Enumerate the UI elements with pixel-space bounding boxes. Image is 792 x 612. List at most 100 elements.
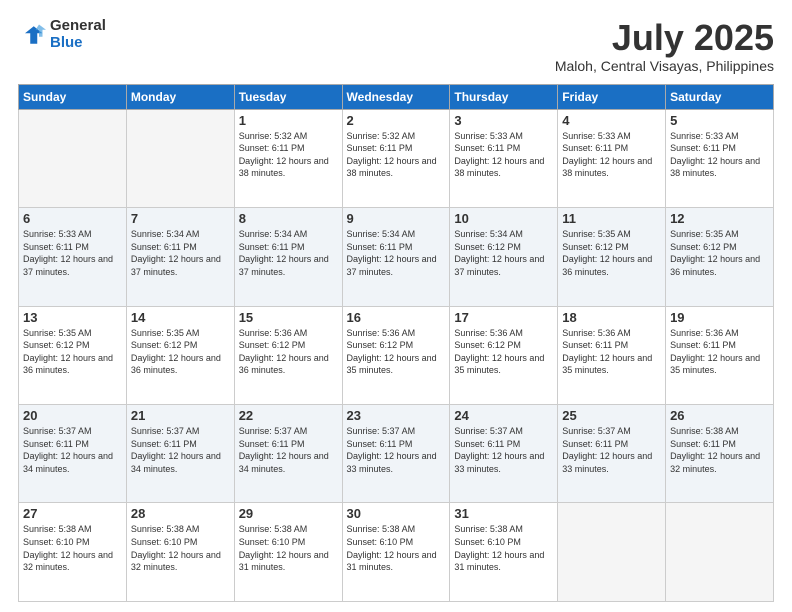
day-number: 21 — [131, 408, 230, 423]
calendar-table: SundayMondayTuesdayWednesdayThursdayFrid… — [18, 84, 774, 602]
calendar-cell: 13 Sunrise: 5:35 AM Sunset: 6:12 PM Dayli… — [19, 306, 127, 404]
calendar-header-saturday: Saturday — [666, 84, 774, 109]
day-number: 11 — [562, 211, 661, 226]
day-info: Sunrise: 5:37 AM Sunset: 6:11 PM Dayligh… — [131, 425, 230, 475]
day-number: 9 — [347, 211, 446, 226]
day-number: 18 — [562, 310, 661, 325]
calendar-cell: 4 Sunrise: 5:33 AM Sunset: 6:11 PM Daylig… — [558, 109, 666, 207]
day-number: 2 — [347, 113, 446, 128]
calendar-week-1: 1 Sunrise: 5:32 AM Sunset: 6:11 PM Daylig… — [19, 109, 774, 207]
calendar-cell: 31 Sunrise: 5:38 AM Sunset: 6:10 PM Dayli… — [450, 503, 558, 602]
calendar-cell: 17 Sunrise: 5:36 AM Sunset: 6:12 PM Dayli… — [450, 306, 558, 404]
day-number: 12 — [670, 211, 769, 226]
day-number: 1 — [239, 113, 338, 128]
day-info: Sunrise: 5:33 AM Sunset: 6:11 PM Dayligh… — [562, 130, 661, 180]
day-info: Sunrise: 5:35 AM Sunset: 6:12 PM Dayligh… — [23, 327, 122, 377]
calendar-cell: 16 Sunrise: 5:36 AM Sunset: 6:12 PM Dayli… — [342, 306, 450, 404]
calendar-header-monday: Monday — [126, 84, 234, 109]
subtitle: Maloh, Central Visayas, Philippines — [555, 58, 774, 74]
day-number: 17 — [454, 310, 553, 325]
logo-text: General Blue — [50, 18, 106, 51]
title-block: July 2025 Maloh, Central Visayas, Philip… — [555, 18, 774, 74]
calendar-cell: 18 Sunrise: 5:36 AM Sunset: 6:11 PM Dayli… — [558, 306, 666, 404]
calendar-cell: 20Sunrise: 5:37 AM Sunset: 6:11 PM Dayli… — [19, 405, 127, 503]
logo-general-text: General — [50, 18, 106, 35]
calendar-cell — [19, 109, 127, 207]
day-info: Sunrise: 5:34 AM Sunset: 6:11 PM Dayligh… — [347, 228, 446, 278]
day-info: Sunrise: 5:37 AM Sunset: 6:11 PM Dayligh… — [347, 425, 446, 475]
day-info: Sunrise: 5:36 AM Sunset: 6:12 PM Dayligh… — [239, 327, 338, 377]
day-number: 30 — [347, 506, 446, 521]
day-info: Sunrise: 5:33 AM Sunset: 6:11 PM Dayligh… — [23, 228, 122, 278]
page: General Blue July 2025 Maloh, Central Vi… — [0, 0, 792, 612]
calendar-cell: 15 Sunrise: 5:36 AM Sunset: 6:12 PM Dayli… — [234, 306, 342, 404]
day-info: Sunrise: 5:32 AM Sunset: 6:11 PM Dayligh… — [347, 130, 446, 180]
calendar-header-wednesday: Wednesday — [342, 84, 450, 109]
calendar-week-4: 20Sunrise: 5:37 AM Sunset: 6:11 PM Dayli… — [19, 405, 774, 503]
calendar-cell: 6 Sunrise: 5:33 AM Sunset: 6:11 PM Daylig… — [19, 208, 127, 306]
calendar-cell: 29Sunrise: 5:38 AM Sunset: 6:10 PM Dayli… — [234, 503, 342, 602]
day-number: 25 — [562, 408, 661, 423]
day-info: Sunrise: 5:38 AM Sunset: 6:10 PM Dayligh… — [347, 523, 446, 573]
day-info: Sunrise: 5:35 AM Sunset: 6:12 PM Dayligh… — [131, 327, 230, 377]
calendar-week-5: 27Sunrise: 5:38 AM Sunset: 6:10 PM Dayli… — [19, 503, 774, 602]
calendar-cell — [666, 503, 774, 602]
logo-icon — [18, 21, 46, 49]
day-info: Sunrise: 5:38 AM Sunset: 6:10 PM Dayligh… — [23, 523, 122, 573]
calendar-cell: 28Sunrise: 5:38 AM Sunset: 6:10 PM Dayli… — [126, 503, 234, 602]
day-number: 7 — [131, 211, 230, 226]
day-info: Sunrise: 5:33 AM Sunset: 6:11 PM Dayligh… — [670, 130, 769, 180]
day-info: Sunrise: 5:35 AM Sunset: 6:12 PM Dayligh… — [562, 228, 661, 278]
day-info: Sunrise: 5:37 AM Sunset: 6:11 PM Dayligh… — [239, 425, 338, 475]
main-title: July 2025 — [555, 18, 774, 58]
day-info: Sunrise: 5:33 AM Sunset: 6:11 PM Dayligh… — [454, 130, 553, 180]
calendar-cell: 5Sunrise: 5:33 AM Sunset: 6:11 PM Daylig… — [666, 109, 774, 207]
day-info: Sunrise: 5:38 AM Sunset: 6:10 PM Dayligh… — [454, 523, 553, 573]
calendar-cell: 9 Sunrise: 5:34 AM Sunset: 6:11 PM Daylig… — [342, 208, 450, 306]
calendar-cell: 14 Sunrise: 5:35 AM Sunset: 6:12 PM Dayli… — [126, 306, 234, 404]
day-number: 14 — [131, 310, 230, 325]
calendar-header-sunday: Sunday — [19, 84, 127, 109]
day-info: Sunrise: 5:38 AM Sunset: 6:11 PM Dayligh… — [670, 425, 769, 475]
calendar-cell: 19Sunrise: 5:36 AM Sunset: 6:11 PM Dayli… — [666, 306, 774, 404]
calendar-week-2: 6 Sunrise: 5:33 AM Sunset: 6:11 PM Daylig… — [19, 208, 774, 306]
day-number: 28 — [131, 506, 230, 521]
calendar-cell — [558, 503, 666, 602]
logo: General Blue — [18, 18, 106, 51]
day-info: Sunrise: 5:36 AM Sunset: 6:12 PM Dayligh… — [347, 327, 446, 377]
calendar-cell: 26 Sunrise: 5:38 AM Sunset: 6:11 PM Dayli… — [666, 405, 774, 503]
day-number: 19 — [670, 310, 769, 325]
day-number: 13 — [23, 310, 122, 325]
calendar-header-thursday: Thursday — [450, 84, 558, 109]
calendar-cell: 3 Sunrise: 5:33 AM Sunset: 6:11 PM Daylig… — [450, 109, 558, 207]
day-info: Sunrise: 5:37 AM Sunset: 6:11 PM Dayligh… — [23, 425, 122, 475]
calendar-header-friday: Friday — [558, 84, 666, 109]
day-number: 3 — [454, 113, 553, 128]
day-number: 16 — [347, 310, 446, 325]
calendar-cell: 27Sunrise: 5:38 AM Sunset: 6:10 PM Dayli… — [19, 503, 127, 602]
day-info: Sunrise: 5:32 AM Sunset: 6:11 PM Dayligh… — [239, 130, 338, 180]
day-number: 4 — [562, 113, 661, 128]
day-number: 23 — [347, 408, 446, 423]
calendar-header-tuesday: Tuesday — [234, 84, 342, 109]
calendar-cell: 10Sunrise: 5:34 AM Sunset: 6:12 PM Dayli… — [450, 208, 558, 306]
day-number: 26 — [670, 408, 769, 423]
day-info: Sunrise: 5:37 AM Sunset: 6:11 PM Dayligh… — [454, 425, 553, 475]
day-number: 8 — [239, 211, 338, 226]
calendar-cell: 25 Sunrise: 5:37 AM Sunset: 6:11 PM Dayli… — [558, 405, 666, 503]
calendar-cell: 30 Sunrise: 5:38 AM Sunset: 6:10 PM Dayli… — [342, 503, 450, 602]
calendar-cell: 11 Sunrise: 5:35 AM Sunset: 6:12 PM Dayli… — [558, 208, 666, 306]
day-number: 31 — [454, 506, 553, 521]
day-number: 22 — [239, 408, 338, 423]
day-info: Sunrise: 5:34 AM Sunset: 6:11 PM Dayligh… — [239, 228, 338, 278]
calendar-cell: 2 Sunrise: 5:32 AM Sunset: 6:11 PM Daylig… — [342, 109, 450, 207]
day-info: Sunrise: 5:37 AM Sunset: 6:11 PM Dayligh… — [562, 425, 661, 475]
day-number: 15 — [239, 310, 338, 325]
day-info: Sunrise: 5:36 AM Sunset: 6:12 PM Dayligh… — [454, 327, 553, 377]
day-number: 6 — [23, 211, 122, 226]
calendar-header-row: SundayMondayTuesdayWednesdayThursdayFrid… — [19, 84, 774, 109]
calendar-cell — [126, 109, 234, 207]
day-info: Sunrise: 5:34 AM Sunset: 6:12 PM Dayligh… — [454, 228, 553, 278]
header: General Blue July 2025 Maloh, Central Vi… — [18, 18, 774, 74]
day-info: Sunrise: 5:36 AM Sunset: 6:11 PM Dayligh… — [562, 327, 661, 377]
